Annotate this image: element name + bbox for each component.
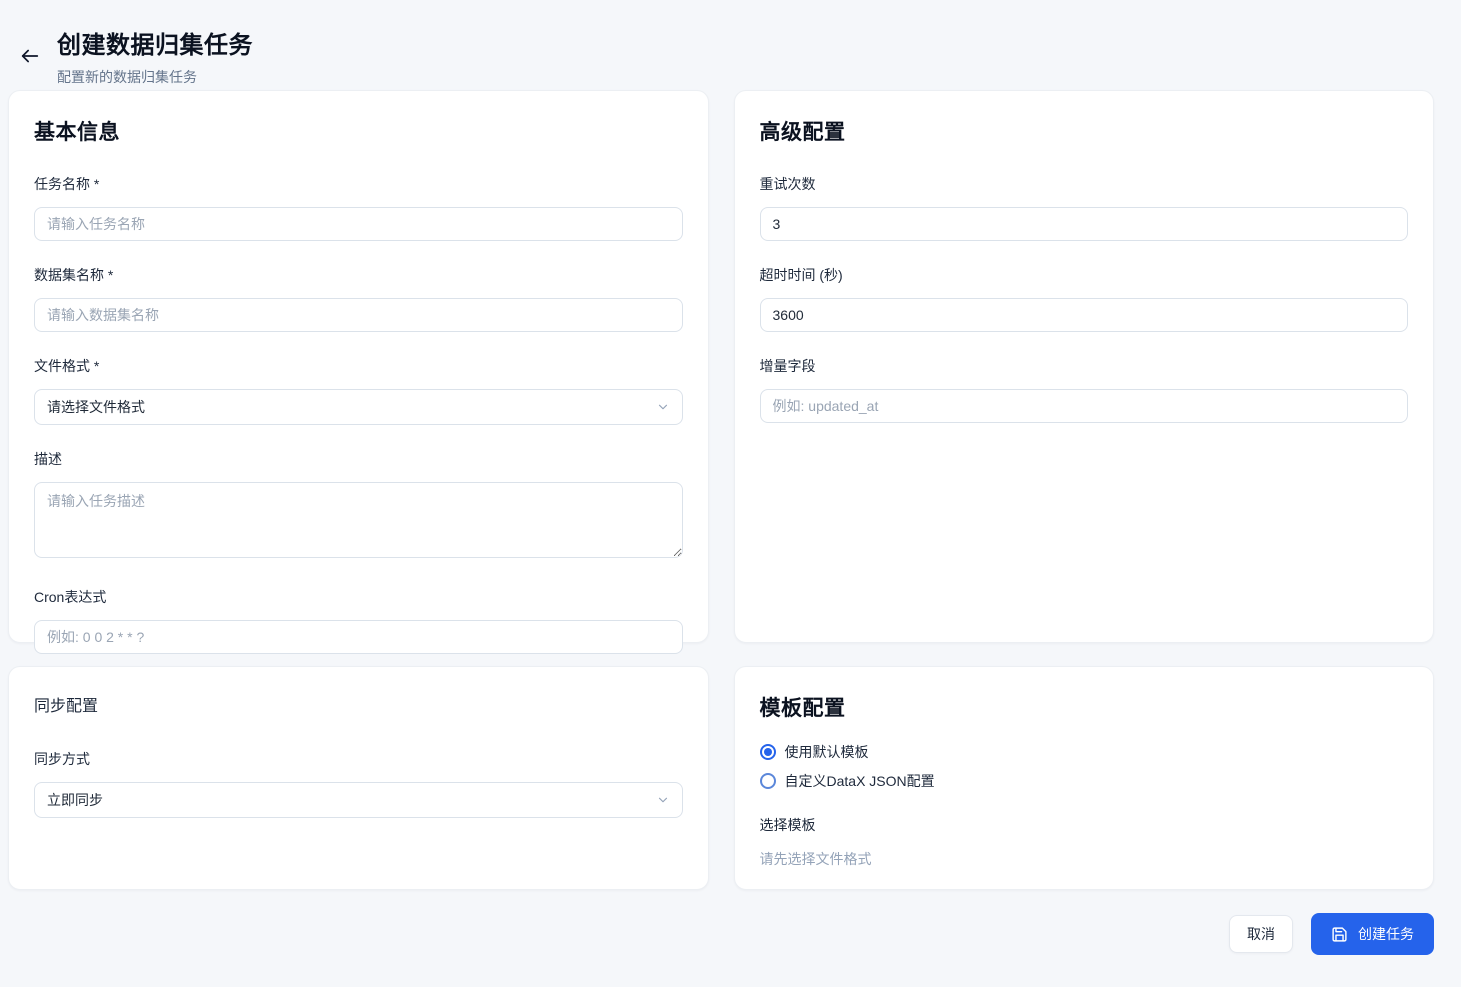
timeout-label: 超时时间 (秒): [760, 265, 1409, 285]
radio-unselected-icon: [760, 773, 776, 789]
description-textarea[interactable]: [34, 482, 683, 558]
arrow-left-icon: [19, 45, 41, 67]
sync-config-card: 同步配置 同步方式 立即同步: [8, 666, 709, 890]
task-name-field: 任务名称 *: [34, 174, 683, 241]
timeout-input[interactable]: [760, 298, 1409, 332]
cron-label: Cron表达式: [34, 587, 683, 607]
advanced-config-card: 高级配置 重试次数 超时时间 (秒) 增量字段: [734, 90, 1435, 643]
incremental-field-label: 增量字段: [760, 356, 1409, 376]
cron-input[interactable]: [34, 620, 683, 654]
retry-count-field: 重试次数: [760, 174, 1409, 241]
dataset-name-label: 数据集名称 *: [34, 265, 683, 285]
footer-actions: 取消 创建任务: [8, 913, 1434, 955]
radio-custom-datax-json[interactable]: 自定义DataX JSON配置: [760, 771, 1409, 791]
back-button[interactable]: [16, 42, 44, 70]
page-header: 创建数据归集任务 配置新的数据归集任务: [8, 0, 1434, 90]
file-format-select-value: 请选择文件格式: [47, 397, 145, 417]
sync-mode-field: 同步方式 立即同步: [34, 749, 683, 818]
description-label: 描述: [34, 449, 683, 469]
sync-mode-select-value: 立即同步: [47, 790, 103, 810]
page-subtitle: 配置新的数据归集任务: [57, 67, 253, 87]
retry-count-label: 重试次数: [760, 174, 1409, 194]
timeout-field: 超时时间 (秒): [760, 265, 1409, 332]
dataset-name-field: 数据集名称 *: [34, 265, 683, 332]
header-text: 创建数据归集任务 配置新的数据归集任务: [57, 25, 253, 87]
basic-info-heading: 基本信息: [34, 116, 683, 146]
create-task-button-label: 创建任务: [1358, 924, 1414, 944]
cancel-button[interactable]: 取消: [1229, 915, 1293, 953]
template-config-card: 模板配置 使用默认模板 自定义DataX JSON配置 选择模板 请先选择文件格…: [734, 666, 1435, 890]
radio-selected-icon: [760, 744, 776, 760]
advanced-config-heading: 高级配置: [760, 116, 1409, 146]
file-format-label: 文件格式 *: [34, 356, 683, 376]
template-config-heading: 模板配置: [760, 692, 1409, 722]
file-format-field: 文件格式 * 请选择文件格式: [34, 356, 683, 425]
dataset-name-input[interactable]: [34, 298, 683, 332]
radio-use-default-template-label: 使用默认模板: [785, 742, 869, 762]
incremental-field-input[interactable]: [760, 389, 1409, 423]
sync-mode-label: 同步方式: [34, 749, 683, 769]
incremental-field: 增量字段: [760, 356, 1409, 423]
template-select-label: 选择模板: [760, 815, 1409, 835]
sync-config-heading: 同步配置: [34, 692, 683, 716]
retry-count-input[interactable]: [760, 207, 1409, 241]
basic-info-card: 基本信息 任务名称 * 数据集名称 * 文件格式 * 请选择文件格式: [8, 90, 709, 643]
file-format-select[interactable]: 请选择文件格式: [34, 389, 683, 425]
form-grid: 基本信息 任务名称 * 数据集名称 * 文件格式 * 请选择文件格式: [8, 90, 1434, 890]
template-mode-radio-group: 使用默认模板 自定义DataX JSON配置: [760, 742, 1409, 791]
sync-mode-select[interactable]: 立即同步: [34, 782, 683, 818]
save-icon: [1331, 926, 1348, 943]
create-task-button[interactable]: 创建任务: [1311, 913, 1434, 955]
cron-field: Cron表达式: [34, 587, 683, 654]
task-name-label: 任务名称 *: [34, 174, 683, 194]
description-field: 描述: [34, 449, 683, 563]
chevron-down-icon: [656, 400, 670, 414]
create-task-page: 创建数据归集任务 配置新的数据归集任务 基本信息 任务名称 * 数据集名称 * …: [0, 0, 1461, 987]
radio-use-default-template[interactable]: 使用默认模板: [760, 742, 1409, 762]
task-name-input[interactable]: [34, 207, 683, 241]
radio-custom-datax-json-label: 自定义DataX JSON配置: [785, 771, 935, 791]
template-select-hint: 请先选择文件格式: [760, 849, 1409, 869]
chevron-down-icon: [656, 793, 670, 807]
page-title: 创建数据归集任务: [57, 25, 253, 60]
